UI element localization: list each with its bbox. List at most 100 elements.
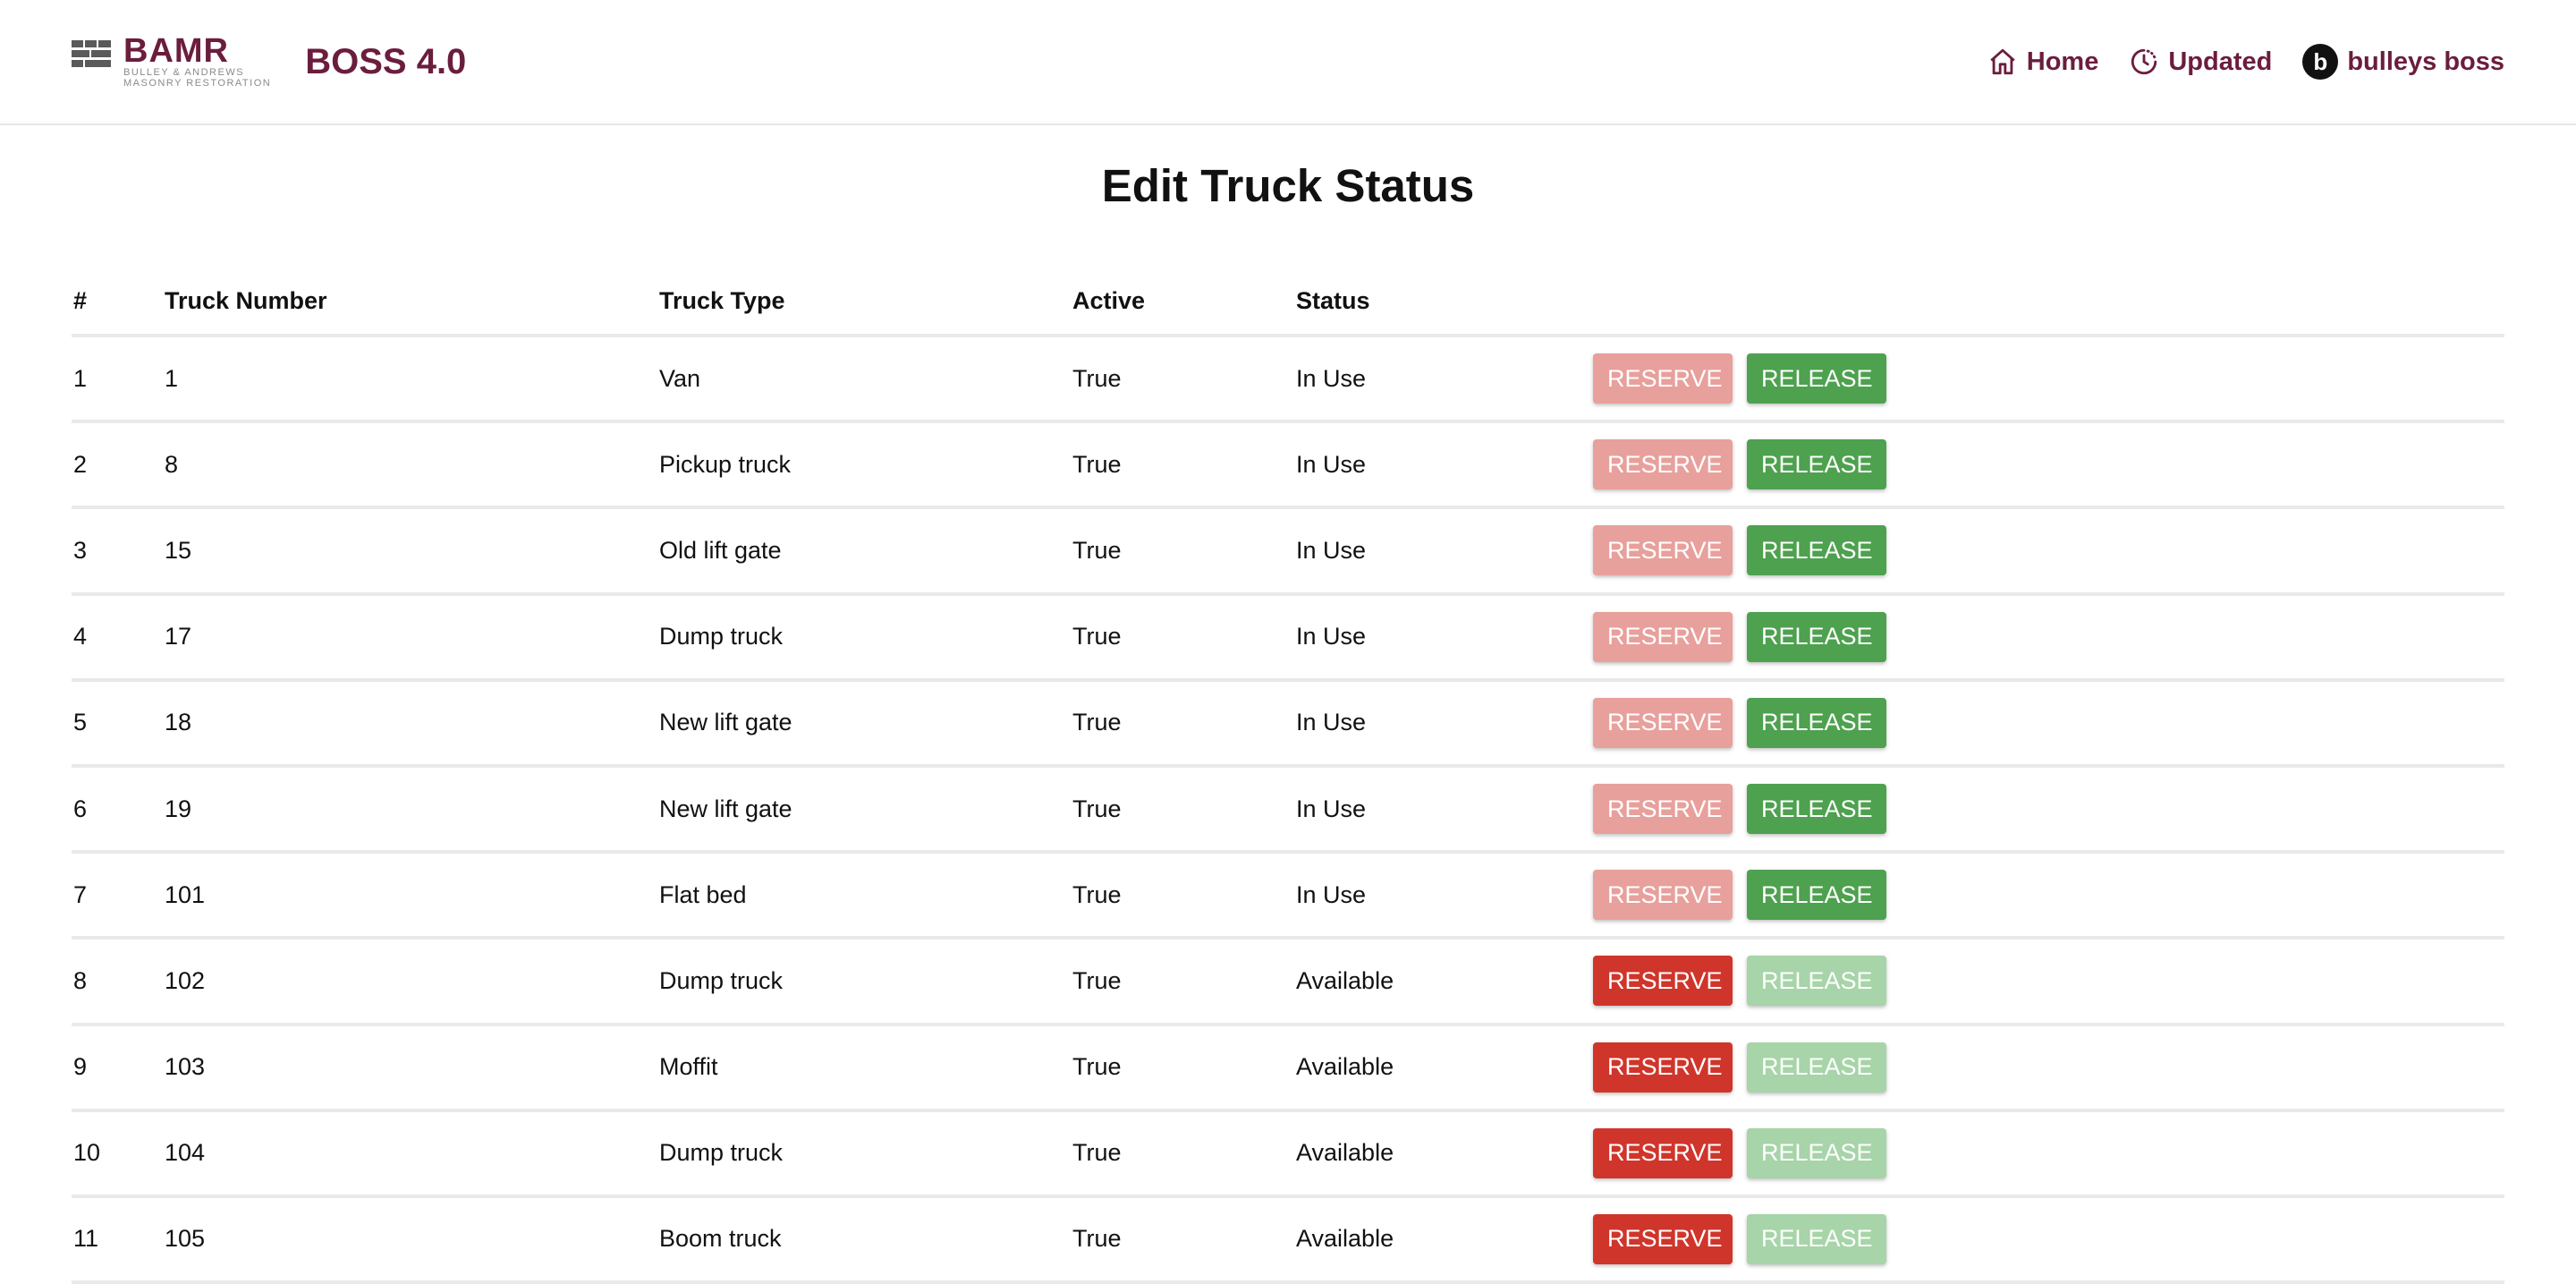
nav-user-menu[interactable]: b bulleys boss xyxy=(2302,44,2504,80)
cell-active: True xyxy=(1072,795,1122,822)
nav-links: Home Updated b bulleys boss xyxy=(1957,44,2504,80)
reserve-button[interactable]: RESERVE xyxy=(1593,439,1733,490)
table-header-row: # Truck Number Truck Type Active Status xyxy=(72,268,2504,337)
row-actions: RESERVE RELEASE xyxy=(1593,525,1901,576)
release-button[interactable]: RELEASE xyxy=(1747,1127,1886,1178)
table-row: 6 19 New lift gate True In Use RESERVE RELEASE xyxy=(72,768,2504,855)
logo-subtitle-line-1: Bulley & Andrews xyxy=(123,67,245,78)
header-index: # xyxy=(73,287,88,314)
cell-status: Available xyxy=(1296,1053,1394,1081)
reserve-button[interactable]: RESERVE xyxy=(1593,525,1733,576)
brick-logo-icon xyxy=(72,40,111,67)
clock-history-icon xyxy=(2131,48,2157,75)
cell-truck-type: Boom truck xyxy=(659,1225,782,1253)
reserve-button[interactable]: RESERVE xyxy=(1593,784,1733,835)
company-logo[interactable]: BAMR Bulley & Andrews Masonry Restoratio… xyxy=(72,32,271,89)
reserve-button[interactable]: RESERVE xyxy=(1593,697,1733,748)
cell-truck-number: 1 xyxy=(165,364,179,392)
release-button[interactable]: RELEASE xyxy=(1747,784,1886,835)
release-button[interactable]: RELEASE xyxy=(1747,439,1886,490)
release-button[interactable]: RELEASE xyxy=(1747,525,1886,576)
cell-truck-number: 17 xyxy=(165,623,192,651)
home-icon xyxy=(1990,48,2015,75)
cell-truck-number: 101 xyxy=(165,880,206,908)
cell-index: 9 xyxy=(73,1053,88,1081)
cell-active: True xyxy=(1072,709,1122,736)
cell-truck-number: 105 xyxy=(165,1225,206,1253)
cell-status: In Use xyxy=(1296,364,1367,392)
row-actions: RESERVE RELEASE xyxy=(1593,1042,1901,1093)
cell-truck-type: New lift gate xyxy=(659,709,792,736)
table-row: 3 15 Old lift gate True In Use RESERVE RELEASE xyxy=(72,509,2504,596)
table-row: 2 8 Pickup truck True In Use RESERVE RELEASE xyxy=(72,423,2504,510)
cell-status: In Use xyxy=(1296,709,1367,736)
cell-truck-type: Dump truck xyxy=(659,1139,784,1167)
release-button[interactable]: RELEASE xyxy=(1747,1213,1886,1264)
cell-status: In Use xyxy=(1296,450,1367,478)
row-actions: RESERVE RELEASE xyxy=(1593,439,1901,490)
cell-truck-number: 8 xyxy=(165,450,179,478)
reserve-button[interactable]: RESERVE xyxy=(1593,870,1733,921)
cell-active: True xyxy=(1072,880,1122,908)
logo-word: BAMR xyxy=(123,32,229,70)
row-actions: RESERVE RELEASE xyxy=(1593,353,1901,404)
cell-index: 11 xyxy=(73,1225,99,1253)
truck-status-table: # Truck Number Truck Type Active Status … xyxy=(72,268,2504,1284)
row-actions: RESERVE RELEASE xyxy=(1593,784,1901,835)
row-actions: RESERVE RELEASE xyxy=(1593,1127,1901,1178)
cell-truck-type: Old lift gate xyxy=(659,536,782,564)
reserve-button[interactable]: RESERVE xyxy=(1593,1213,1733,1264)
top-navbar: BAMR Bulley & Andrews Masonry Restoratio… xyxy=(0,0,2576,125)
cell-active: True xyxy=(1072,450,1122,478)
row-actions: RESERVE RELEASE xyxy=(1593,697,1901,748)
header-active: Active xyxy=(1072,287,1146,314)
release-button[interactable]: RELEASE xyxy=(1747,353,1886,404)
release-button[interactable]: RELEASE xyxy=(1747,956,1886,1007)
user-avatar: b xyxy=(2302,44,2339,80)
reserve-button[interactable]: RESERVE xyxy=(1593,956,1733,1007)
cell-status: In Use xyxy=(1296,795,1367,822)
nav-home-label: Home xyxy=(2026,47,2099,76)
release-button[interactable]: RELEASE xyxy=(1747,611,1886,662)
cell-truck-type: Van xyxy=(659,364,701,392)
table-row: 11 105 Boom truck True Available RESERVE RELEA… xyxy=(72,1198,2504,1284)
page-title: Edit Truck Status xyxy=(1101,160,1475,211)
row-actions: RESERVE RELEASE xyxy=(1593,611,1901,662)
cell-status: In Use xyxy=(1296,536,1367,564)
cell-status: Available xyxy=(1296,1225,1394,1253)
cell-active: True xyxy=(1072,1053,1122,1081)
nav-updated-label: Updated xyxy=(2168,47,2273,76)
release-button[interactable]: RELEASE xyxy=(1747,697,1886,748)
cell-truck-number: 104 xyxy=(165,1139,206,1167)
table-row: 7 101 Flat bed True In Use RESERVE RELEASE xyxy=(72,854,2504,940)
reserve-button[interactable]: RESERVE xyxy=(1593,611,1733,662)
cell-index: 10 xyxy=(73,1139,101,1167)
table-row: 9 103 Moffit True Available RESERVE RELEASE xyxy=(72,1026,2504,1112)
cell-index: 6 xyxy=(73,795,88,822)
cell-status: Available xyxy=(1296,1139,1394,1167)
cell-index: 2 xyxy=(73,450,88,478)
release-button[interactable]: RELEASE xyxy=(1747,870,1886,921)
table-body: 1 1 Van True In Use RESERVE RELEASE 2 8 Pickup tr… xyxy=(72,337,2504,1284)
table-row: 10 104 Dump truck True Available RESERVE RELEA… xyxy=(72,1112,2504,1198)
cell-active: True xyxy=(1072,1139,1122,1167)
brand: BAMR Bulley & Andrews Masonry Restoratio… xyxy=(72,32,466,89)
reserve-button[interactable]: RESERVE xyxy=(1593,353,1733,404)
nav-user-label: bulleys boss xyxy=(2347,47,2504,76)
reserve-button[interactable]: RESERVE xyxy=(1593,1042,1733,1093)
logo-text: BAMR Bulley & Andrews Masonry Restoratio… xyxy=(123,32,271,89)
cell-status: Available xyxy=(1296,966,1394,994)
nav-home-link[interactable]: Home xyxy=(1987,47,2099,77)
release-button[interactable]: RELEASE xyxy=(1747,1042,1886,1093)
header-truck-number: Truck Number xyxy=(165,287,327,314)
cell-truck-type: Flat bed xyxy=(659,880,747,908)
nav-updated-link[interactable]: Updated xyxy=(2129,47,2272,77)
app-title[interactable]: BOSS 4.0 xyxy=(305,42,466,82)
cell-index: 1 xyxy=(73,364,88,392)
row-actions: RESERVE RELEASE xyxy=(1593,956,1901,1007)
reserve-button[interactable]: RESERVE xyxy=(1593,1127,1733,1178)
row-actions: RESERVE RELEASE xyxy=(1593,1213,1901,1264)
cell-active: True xyxy=(1072,536,1122,564)
cell-index: 4 xyxy=(73,623,88,651)
cell-index: 3 xyxy=(73,536,88,564)
